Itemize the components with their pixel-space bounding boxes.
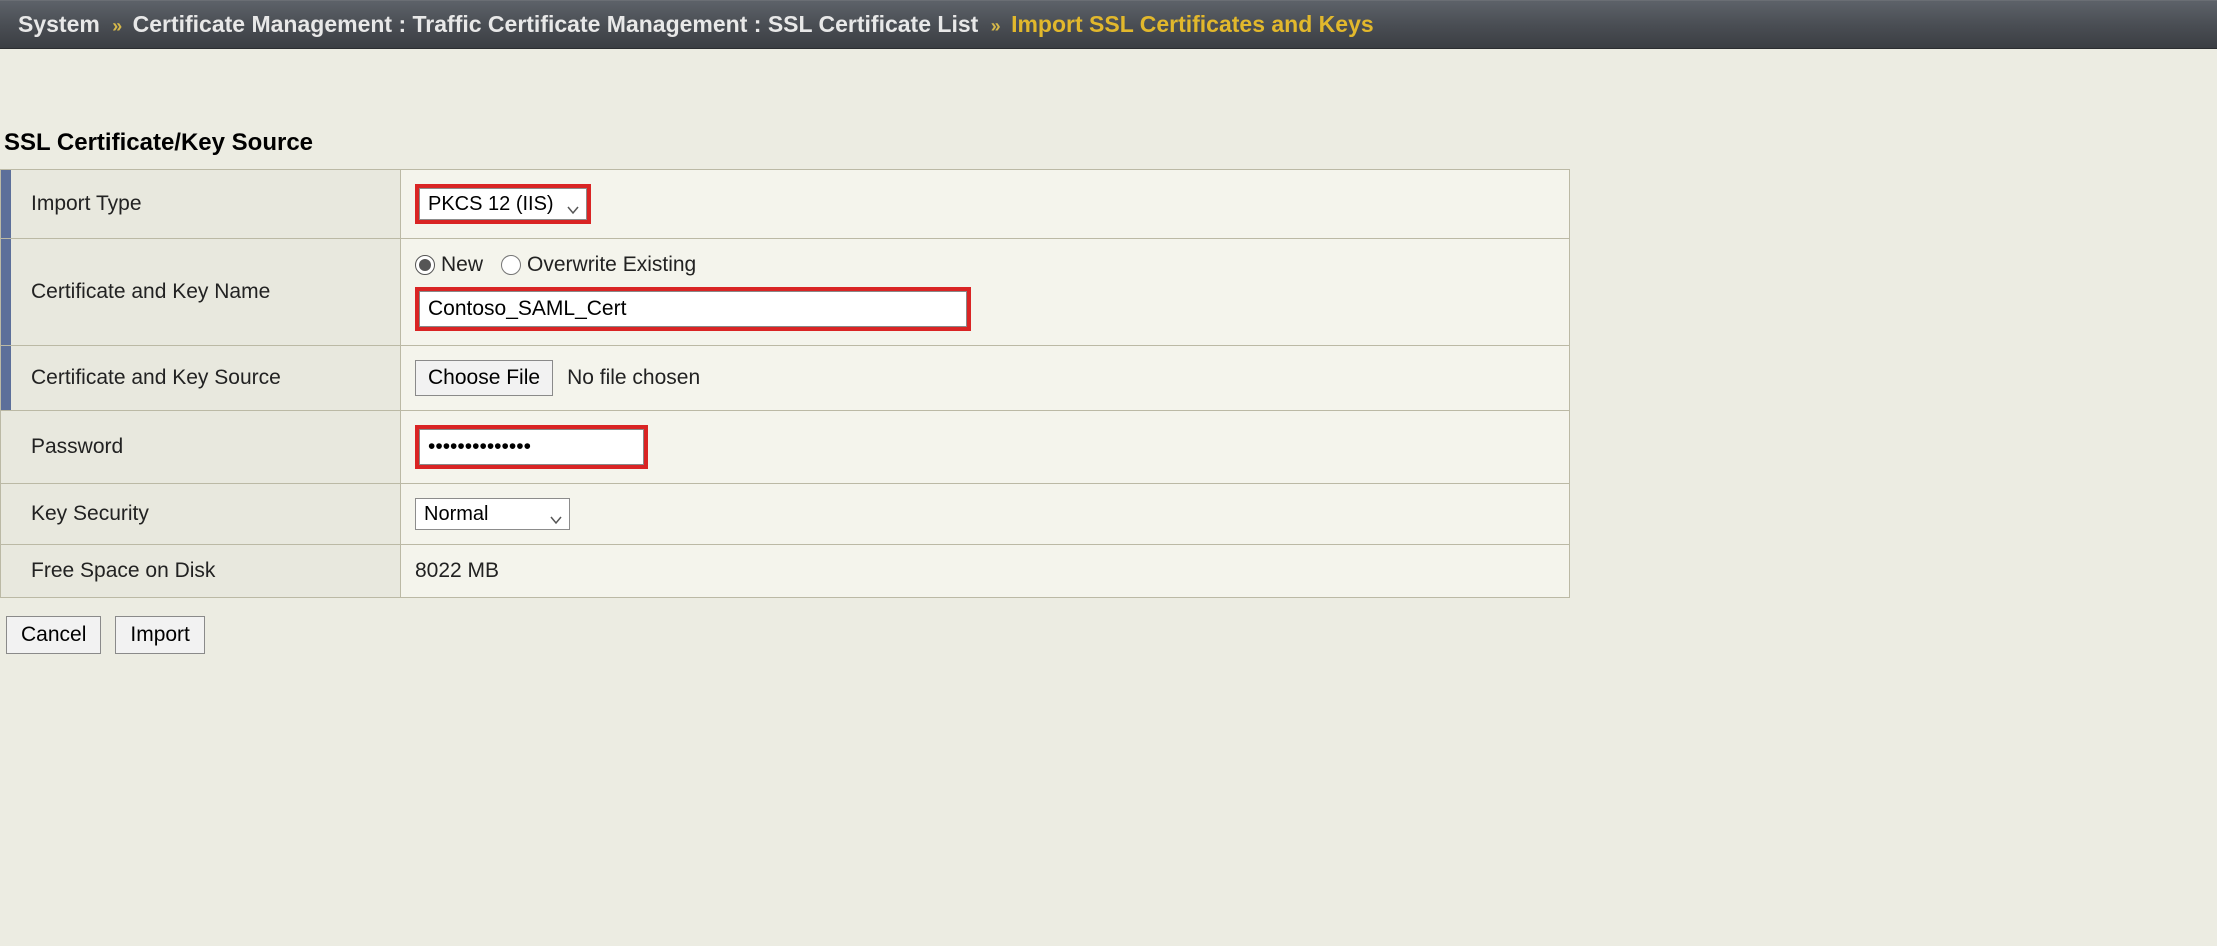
radio-new[interactable]: [415, 255, 435, 275]
row-cert-key-source: Certificate and Key Source Choose File N…: [1, 346, 1570, 411]
breadcrumb-separator-icon: ››: [112, 16, 120, 36]
cert-key-name-input[interactable]: [419, 291, 967, 327]
radio-overwrite-text: Overwrite Existing: [527, 253, 696, 277]
breadcrumb-path[interactable]: Certificate Management : Traffic Certifi…: [133, 11, 979, 37]
password-input[interactable]: [419, 429, 644, 465]
row-cert-key-name: Certificate and Key Name New Overwrite E…: [1, 239, 1570, 346]
row-password: Password: [1, 411, 1570, 484]
label-cert-key-source: Certificate and Key Source: [1, 346, 401, 411]
radio-overwrite[interactable]: [501, 255, 521, 275]
label-free-space: Free Space on Disk: [1, 545, 401, 598]
import-button[interactable]: Import: [115, 616, 205, 654]
breadcrumb: System ›› Certificate Management : Traff…: [0, 0, 2217, 49]
file-chosen-status: No file chosen: [567, 366, 700, 390]
highlight-password: [415, 425, 648, 469]
label-cert-key-name: Certificate and Key Name: [1, 239, 401, 346]
row-import-type: Import Type PKCS 12 (IIS): [1, 170, 1570, 239]
highlight-import-type: PKCS 12 (IIS): [415, 184, 591, 224]
free-space-value: 8022 MB: [415, 559, 499, 582]
breadcrumb-current: Import SSL Certificates and Keys: [1011, 11, 1374, 37]
action-bar: Cancel Import: [6, 616, 2217, 654]
form-table: Import Type PKCS 12 (IIS) Certificate an…: [0, 169, 1570, 598]
row-free-space: Free Space on Disk 8022 MB: [1, 545, 1570, 598]
import-type-select[interactable]: PKCS 12 (IIS): [419, 188, 587, 220]
highlight-cert-name: [415, 287, 971, 331]
cancel-button[interactable]: Cancel: [6, 616, 101, 654]
label-import-type: Import Type: [1, 170, 401, 239]
radio-overwrite-label[interactable]: Overwrite Existing: [501, 253, 696, 277]
radio-new-text: New: [441, 253, 483, 277]
label-password: Password: [1, 411, 401, 484]
radio-new-label[interactable]: New: [415, 253, 483, 277]
row-key-security: Key Security Normal: [1, 484, 1570, 545]
section-title: SSL Certificate/Key Source: [4, 129, 2217, 157]
key-security-select[interactable]: Normal: [415, 498, 570, 530]
label-key-security: Key Security: [1, 484, 401, 545]
choose-file-button[interactable]: Choose File: [415, 360, 553, 396]
breadcrumb-root[interactable]: System: [18, 11, 100, 37]
breadcrumb-separator-icon: ››: [991, 16, 999, 36]
